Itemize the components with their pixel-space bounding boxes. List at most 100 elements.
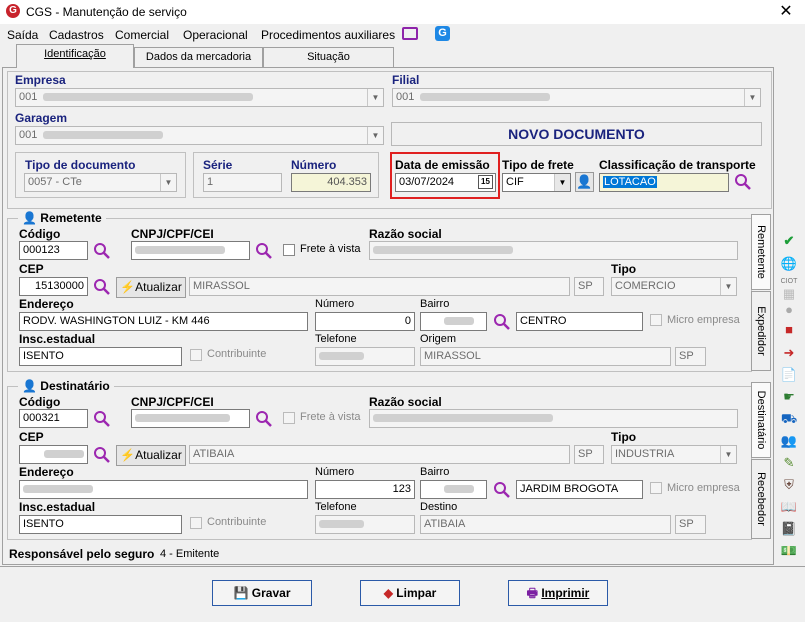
documents-icon[interactable]: 📄	[780, 367, 798, 383]
dest-tipo-select[interactable]: INDUSTRIA ▼	[611, 445, 737, 464]
dest-telefone-field[interactable]	[315, 515, 415, 534]
hand-icon[interactable]: ☛	[780, 389, 798, 405]
monitor-icon[interactable]	[402, 27, 418, 40]
globe-icon[interactable]: 🌐	[780, 256, 798, 272]
side-tab-recebedor[interactable]: Recebedor	[751, 459, 771, 539]
imprimir-button[interactable]: 🖶 Imprimir	[508, 580, 608, 606]
tipo-doc-label: Tipo de documento	[25, 158, 136, 172]
dest-bairro-code-field[interactable]	[420, 480, 487, 499]
dest-insc-field[interactable]: ISENTO	[19, 515, 182, 534]
rem-micro-empresa-checkbox[interactable]	[650, 314, 662, 326]
limpar-button[interactable]: ◆ Limpar	[360, 580, 460, 606]
responsavel-value: 4 - Emitente	[160, 548, 220, 560]
rem-cnpj-field[interactable]	[131, 241, 250, 260]
search-icon[interactable]	[93, 278, 111, 299]
search-icon[interactable]	[493, 481, 511, 502]
numero-field[interactable]: 404.353	[291, 173, 371, 192]
dest-destino-label: Destino	[420, 501, 458, 513]
search-icon[interactable]	[93, 242, 111, 263]
menu-operacional[interactable]: Operacional	[183, 28, 248, 42]
tab-dados-mercadoria[interactable]: Dados da mercadoria	[134, 47, 263, 67]
rem-bairro-code-field[interactable]	[420, 312, 487, 331]
dest-frete-vista-checkbox[interactable]	[283, 412, 295, 424]
search-icon[interactable]	[255, 410, 273, 431]
tipo-frete-select[interactable]: CIF ▼	[502, 173, 571, 192]
rem-numero-field[interactable]: 0	[315, 312, 415, 331]
truck-icon[interactable]: ⛟	[780, 411, 798, 427]
dest-numero-field[interactable]: 123	[315, 480, 415, 499]
rem-uf-field[interactable]: SP	[574, 277, 604, 296]
dest-endereco-field[interactable]	[19, 480, 308, 499]
rem-razao-label: Razão social	[369, 227, 442, 241]
rem-bairro-label: Bairro	[420, 298, 450, 310]
rem-telefone-field[interactable]	[315, 347, 415, 366]
close-icon[interactable]: ✕	[770, 1, 802, 23]
side-tab-expedidor[interactable]: Expedidor	[751, 291, 771, 371]
rem-cep-field[interactable]: 15130000	[19, 277, 88, 296]
dest-codigo-field[interactable]: 000321	[19, 409, 88, 428]
calendar-icon[interactable]: 15	[478, 175, 493, 189]
gravar-button[interactable]: 💾 Gravar	[212, 580, 312, 606]
checkmark-icon[interactable]: ✔	[780, 233, 798, 249]
tipo-doc-select[interactable]: 0057 - CTe ▼	[24, 173, 177, 192]
rem-tipo-select[interactable]: COMERCIO ▼	[611, 277, 737, 296]
search-icon[interactable]	[93, 446, 111, 467]
rem-micro-empresa-label: Micro empresa	[667, 314, 740, 326]
tab-identificacao[interactable]: Identificação	[16, 44, 134, 68]
dest-destino-uf-field[interactable]: SP	[675, 515, 706, 534]
cgs-icon[interactable]: G	[435, 26, 450, 41]
rem-atualizar-button[interactable]: ⚡Atualizar	[116, 277, 186, 298]
search-icon[interactable]	[93, 410, 111, 431]
people-icon[interactable]: 👥	[780, 433, 798, 449]
dest-cidade-field[interactable]: ATIBAIA	[189, 445, 570, 464]
menu-comercial[interactable]: Comercial	[115, 28, 169, 42]
serie-field[interactable]: 1	[203, 173, 282, 192]
rem-codigo-field[interactable]: 000123	[19, 241, 88, 260]
disabled-tool-icon: ▦	[782, 286, 796, 301]
menu-procedimentos[interactable]: Procedimentos auxiliares	[261, 28, 395, 42]
rem-origem-field[interactable]: MIRASSOL	[420, 347, 671, 366]
search-icon[interactable]	[493, 313, 511, 334]
rem-frete-vista-checkbox[interactable]	[283, 244, 295, 256]
chevron-down-icon: ▼	[744, 89, 760, 106]
gravar-label: Gravar	[251, 586, 291, 600]
rem-telefone-label: Telefone	[315, 333, 357, 345]
empresa-select[interactable]: 001 ▼	[15, 88, 384, 107]
rem-endereco-field[interactable]: RODV. WASHINGTON LUIZ - KM 446	[19, 312, 308, 331]
person-icon[interactable]: 👤	[575, 172, 594, 192]
dest-uf-field[interactable]: SP	[574, 445, 604, 464]
dest-atualizar-button[interactable]: ⚡Atualizar	[116, 445, 186, 466]
dest-contribuinte-checkbox[interactable]	[190, 517, 202, 529]
search-icon[interactable]	[255, 242, 273, 263]
shield-icon[interactable]: ⛨	[780, 477, 798, 493]
boxes-icon[interactable]: ■	[780, 322, 798, 338]
rem-razao-field[interactable]	[369, 241, 738, 260]
menu-saida[interactable]: Saída	[7, 28, 38, 42]
money-icon[interactable]: 💵	[780, 543, 798, 559]
rem-insc-field[interactable]: ISENTO	[19, 347, 182, 366]
rem-contribuinte-checkbox[interactable]	[190, 349, 202, 361]
dest-destino-field[interactable]: ATIBAIA	[420, 515, 671, 534]
rem-bairro-field[interactable]: CENTRO	[516, 312, 643, 331]
garagem-select[interactable]: 001 ▼	[15, 126, 384, 145]
side-tab-destinatario[interactable]: Destinatário	[751, 382, 771, 458]
dest-micro-empresa-checkbox[interactable]	[650, 482, 662, 494]
filial-select[interactable]: 001 ▼	[392, 88, 761, 107]
edit-doc-icon[interactable]: ✎	[780, 455, 798, 471]
dest-cep-field[interactable]	[19, 445, 88, 464]
dest-frete-vista-label: Frete à vista	[300, 411, 361, 423]
dest-bairro-field[interactable]: JARDIM BROGOTA	[516, 480, 643, 499]
rem-origem-uf-field[interactable]: SP	[675, 347, 706, 366]
classificacao-field[interactable]: LOTACAO	[599, 173, 729, 192]
side-tab-remetente[interactable]: Remetente	[751, 214, 771, 290]
dest-razao-field[interactable]	[369, 409, 738, 428]
book-icon[interactable]: 📖	[780, 499, 798, 515]
notebook-icon[interactable]: 📓	[780, 521, 798, 537]
export-icon[interactable]: ➜	[780, 345, 798, 361]
menu-cadastros[interactable]: Cadastros	[49, 28, 104, 42]
rem-origem-label: Origem	[420, 333, 457, 345]
tab-situacao[interactable]: Situação	[263, 47, 394, 67]
dest-cnpj-field[interactable]	[131, 409, 250, 428]
search-icon[interactable]	[734, 173, 752, 191]
rem-cidade-field[interactable]: MIRASSOL	[189, 277, 570, 296]
